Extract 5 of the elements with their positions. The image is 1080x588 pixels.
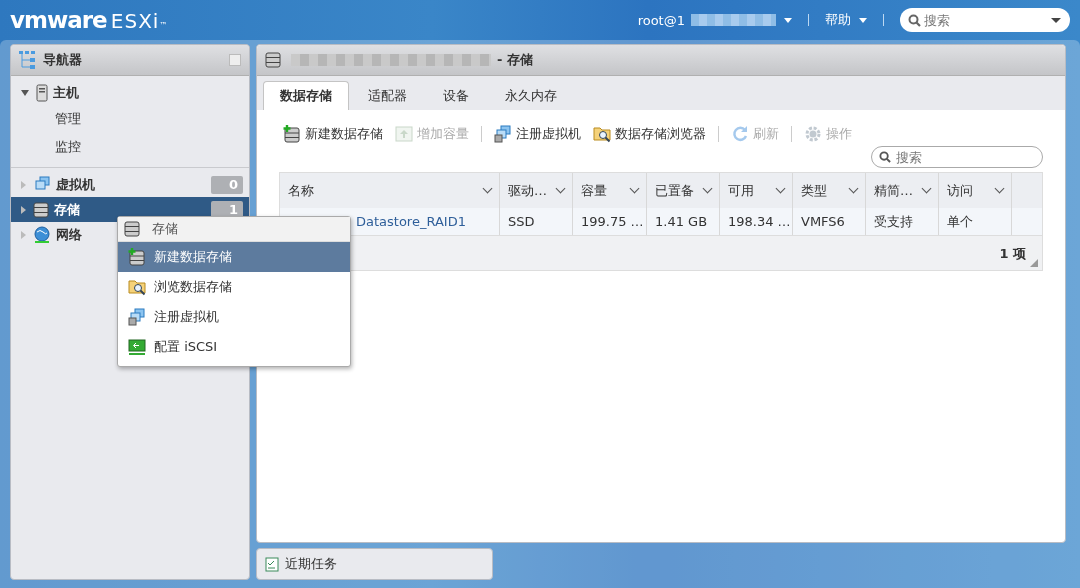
panel-title: - 存储: [497, 51, 533, 69]
panel-title: 导航器: [43, 51, 82, 69]
menu-title: 存储: [152, 220, 178, 238]
item-count: 1 项: [999, 245, 1026, 263]
count-badge: 0: [211, 175, 243, 194]
